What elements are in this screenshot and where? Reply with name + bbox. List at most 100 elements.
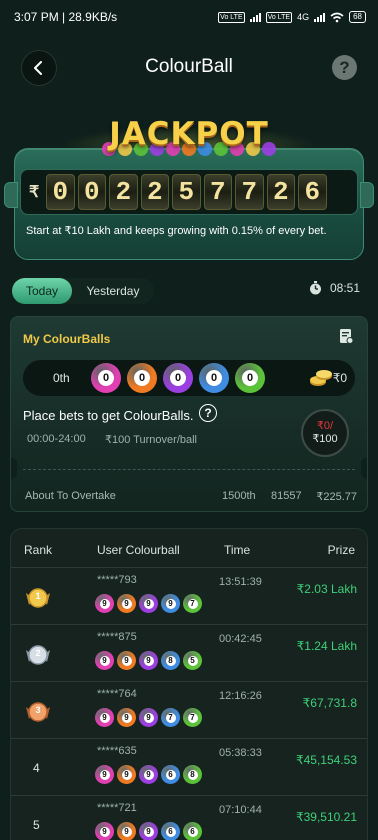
my-colourballs-card: My ColourBalls 0th 0 0 0 0 0 ₹0 Place bets t…	[10, 316, 368, 512]
ball-number: 0	[206, 370, 222, 386]
status-time-speed: 3:07 PM | 28.9KB/s	[14, 10, 118, 24]
tab-today[interactable]: Today	[12, 278, 72, 304]
leaderboard-row: 2 *****875 9 9 9 8 5 00:42:45 ₹1.24 Lakh	[11, 624, 367, 681]
ball-number: 7	[165, 712, 176, 723]
countdown-timer: 08:51	[309, 281, 360, 295]
jackpot-digit: 2	[266, 174, 295, 210]
gold-coins-icon	[310, 370, 332, 386]
colour-ball: 0	[199, 363, 229, 393]
colour-ball: 9	[139, 708, 158, 727]
masked-user-id: *****635	[97, 745, 137, 757]
prize-amount: ₹39,510.21	[295, 810, 357, 824]
bet-time: 12:16:26	[219, 690, 262, 702]
leaderboard-row: 3 *****764 9 9 9 7 7 12:16:26 ₹67,731.8	[11, 681, 367, 738]
wifi-icon	[330, 12, 344, 22]
colour-ball: 9	[139, 765, 158, 784]
chevron-left-icon	[34, 61, 42, 75]
volte-badge-2: Vo LTE	[265, 11, 293, 23]
colour-ball: 0	[163, 363, 193, 393]
colour-ball: 9	[95, 651, 114, 670]
ball-number: 6	[165, 826, 176, 837]
back-button[interactable]	[21, 50, 57, 86]
bet-time: 13:51:39	[219, 576, 262, 588]
tab-yesterday[interactable]: Yesterday	[72, 278, 154, 304]
colour-ball: 8	[161, 651, 180, 670]
colour-ball: 9	[117, 708, 136, 727]
colour-ball: 6	[161, 822, 180, 840]
leaderboard-row: 4 *****635 9 9 9 6 8 05:38:33 ₹45,154.53	[11, 738, 367, 795]
jackpot-side-left	[4, 182, 18, 208]
ball-number: 9	[143, 655, 154, 666]
header-prize: Prize	[327, 543, 355, 557]
battery-icon: 68	[349, 11, 366, 23]
colour-ball: 7	[183, 708, 202, 727]
colour-ball: 9	[161, 594, 180, 613]
overtake-amount: ₹225.77	[316, 491, 357, 503]
status-icons: Vo LTE Vo LTE 4G 68	[218, 11, 366, 23]
help-button[interactable]: ?	[332, 55, 357, 80]
timer-value: 08:51	[329, 281, 360, 295]
signal-icon-1	[249, 12, 261, 22]
ball-number: 8	[165, 655, 176, 666]
ball-number: 6	[165, 769, 176, 780]
masked-user-id: *****721	[97, 802, 137, 814]
ball-number: 9	[99, 769, 110, 780]
prize-amount: ₹1.24 Lakh	[296, 639, 357, 653]
my-colourballs-title: My ColourBalls	[23, 332, 111, 346]
ball-number: 9	[99, 655, 110, 666]
jackpot-digit: 2	[140, 174, 169, 210]
masked-user-id: *****793	[97, 574, 137, 586]
jackpot-digit: 7	[203, 174, 232, 210]
rank-number: 1	[35, 591, 41, 601]
bronze-medal-icon: 3	[24, 701, 52, 723]
colour-ball: 0	[91, 363, 121, 393]
header-rank: Rank	[24, 543, 53, 557]
prize-amount: ₹67,731.8	[302, 696, 357, 710]
jackpot-currency: ₹	[29, 184, 40, 201]
ball-number: 0	[242, 370, 258, 386]
colour-ball: 5	[183, 651, 202, 670]
place-bets-text: Place bets to get ColourBalls.	[23, 408, 194, 423]
my-balls: 0 0 0 0 0	[91, 363, 265, 393]
colour-ball: 9	[139, 651, 158, 670]
question-icon[interactable]: ?	[199, 404, 217, 422]
colour-ball: 9	[139, 822, 158, 840]
gold-medal-icon: 1	[24, 587, 52, 609]
coin-value: ₹0	[332, 371, 347, 385]
overtake-number: 81557	[271, 490, 302, 502]
jackpot-digit: 7	[235, 174, 264, 210]
ball-number: 9	[165, 598, 176, 609]
colour-ball: 8	[183, 765, 202, 784]
ball-number: 5	[187, 655, 198, 666]
ball-number: 9	[99, 598, 110, 609]
jackpot-description: Start at ₹10 Lakh and keeps growing with…	[26, 225, 327, 237]
leaderboard-row: 5 *****721 9 9 9 6 6 07:10:44 ₹39,510.21	[11, 795, 367, 840]
day-tabs: Today Yesterday	[12, 278, 154, 304]
jackpot-title: JACKPOT	[109, 116, 269, 152]
bet-time: 07:10:44	[219, 804, 262, 816]
masked-user-id: *****764	[97, 688, 137, 700]
colour-ball: 0	[127, 363, 157, 393]
bet-time: 05:38:33	[219, 747, 262, 759]
rank-number: 5	[33, 818, 40, 832]
turnover-progress: ₹0/ ₹100	[301, 409, 349, 457]
colour-ball: 9	[95, 765, 114, 784]
ball-number: 9	[121, 826, 132, 837]
receipt-icon[interactable]	[339, 328, 353, 344]
signal-icon-2	[314, 12, 326, 22]
leaderboard: Rank User Colourball Time Prize 1 *****79…	[10, 528, 368, 840]
jackpot-counter: ₹ 0 0 2 2 5 7 7 2 6	[20, 169, 358, 215]
ball-number: 9	[143, 769, 154, 780]
colour-ball: 9	[117, 594, 136, 613]
header-time: Time	[224, 543, 251, 557]
header-user: User Colourball	[97, 543, 180, 557]
bet-time: 00:42:45	[219, 633, 262, 645]
leaderboard-row: 1 *****793 9 9 9 9 7 13:51:39 ₹2.03 Lakh	[11, 567, 367, 624]
jackpot-digit: 6	[298, 174, 327, 210]
volte-badge-1: Vo LTE	[218, 11, 245, 23]
colour-ball: 9	[117, 822, 136, 840]
rank-number: 4	[33, 761, 40, 775]
colour-ball: 0	[235, 363, 265, 393]
colour-ball: 9	[95, 822, 114, 840]
stopwatch-icon	[309, 281, 321, 295]
